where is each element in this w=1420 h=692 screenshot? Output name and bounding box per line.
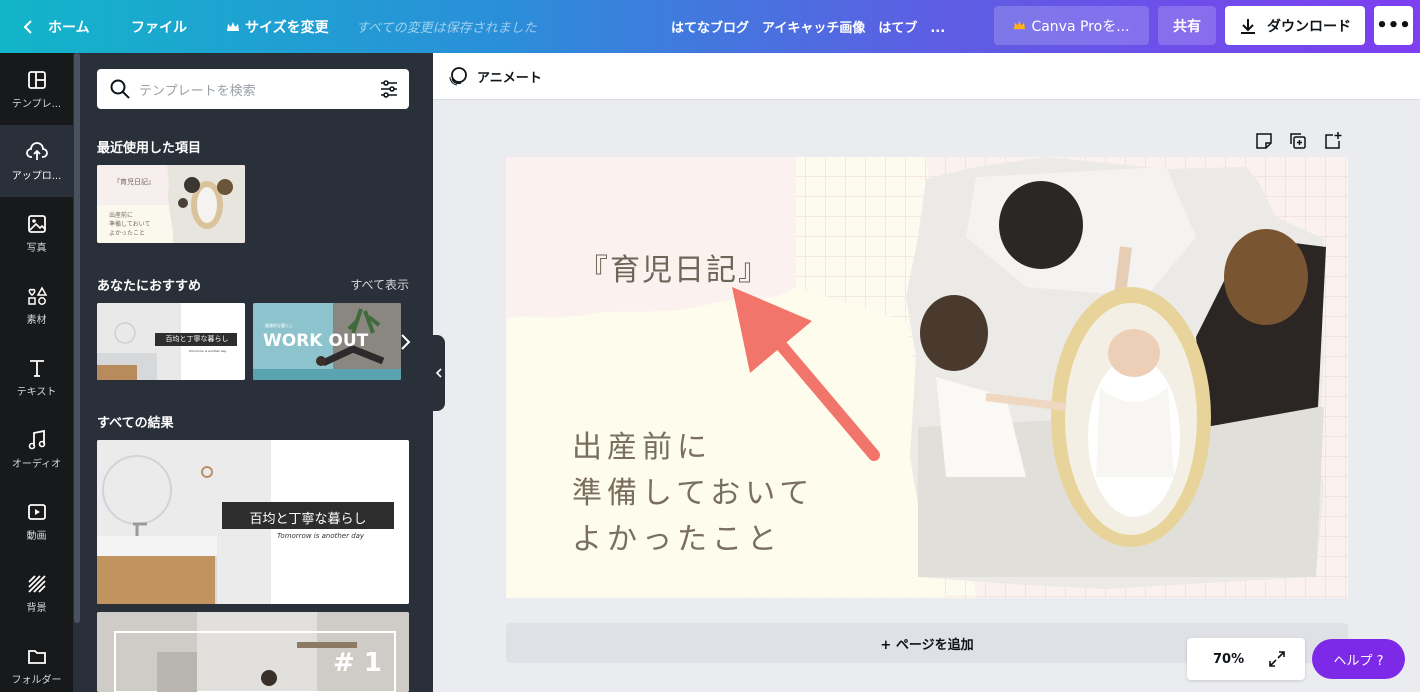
recent-thumb-title: 『育児日記』 bbox=[113, 178, 155, 186]
rail-item-video[interactable]: 動画 bbox=[0, 485, 73, 557]
share-button[interactable]: 共有 bbox=[1158, 6, 1216, 45]
save-status: すべての変更は保存されました bbox=[356, 21, 537, 36]
result1-script: Tomorrow is another day bbox=[277, 532, 365, 540]
recommend-title: あなたにおすすめ bbox=[97, 279, 202, 294]
text-icon bbox=[29, 359, 44, 377]
rail-label: テキスト bbox=[16, 386, 57, 398]
cloud-upload-icon bbox=[25, 141, 48, 160]
result-template-1[interactable]: 百均と丁寧な暮らし Tomorrow is another day bbox=[97, 440, 409, 604]
duplicate-page-icon[interactable] bbox=[1288, 131, 1308, 151]
results-title: すべての結果 bbox=[97, 416, 174, 431]
resize-button[interactable]: サイズを変更 bbox=[226, 0, 329, 53]
search-icon bbox=[110, 79, 130, 99]
rail-item-uploads[interactable]: アップロ... bbox=[0, 125, 73, 197]
more-options-button[interactable]: ••• bbox=[1374, 6, 1413, 45]
filter-icon[interactable] bbox=[379, 79, 399, 99]
search-placeholder: テンプレートを検索 bbox=[139, 83, 256, 99]
animate-label: アニメート bbox=[477, 70, 542, 86]
collapse-panel-button[interactable] bbox=[433, 335, 445, 411]
recommended-template-2[interactable]: 健康的な暮らし WORK OUT bbox=[253, 303, 401, 380]
editor-area: アニメート 『育児日記』 出産前に 準備しておいて よかったこと + ページを追… bbox=[433, 53, 1420, 692]
template-search-input[interactable]: テンプレートを検索 bbox=[97, 69, 409, 109]
design-body-line: 出産前に bbox=[572, 430, 712, 465]
top-bar: ホーム ファイル サイズを変更 すべての変更は保存されました はてなブログ アイ… bbox=[0, 0, 1420, 53]
crown-icon bbox=[1014, 20, 1026, 30]
canva-pro-label: Canva Proを... bbox=[1031, 18, 1130, 35]
rail-label: アップロ... bbox=[11, 170, 62, 182]
rail-item-text[interactable]: テキスト bbox=[0, 341, 73, 413]
file-menu[interactable]: ファイル bbox=[131, 0, 187, 53]
chevron-left-icon bbox=[23, 19, 32, 34]
result-template-2[interactable]: # 1 bbox=[97, 612, 409, 692]
design-body-text[interactable]: 出産前に 準備しておいて よかったこと bbox=[572, 425, 814, 563]
rec2-title: WORK OUT bbox=[263, 331, 369, 351]
pattern-icon bbox=[27, 574, 46, 593]
notes-icon[interactable] bbox=[1254, 131, 1274, 151]
help-button[interactable]: ヘルプ ? bbox=[1312, 639, 1405, 679]
recent-thumb-line: よかったこと bbox=[109, 230, 146, 237]
result1-caption: 百均と丁寧な暮らし bbox=[249, 512, 367, 527]
download-icon bbox=[1241, 18, 1255, 34]
canva-pro-button[interactable]: Canva Proを... bbox=[994, 6, 1149, 45]
rail-item-background[interactable]: 背景 bbox=[0, 557, 73, 629]
recent-thumb-lines: 出産前に 準備しておいて よかったこと bbox=[109, 211, 150, 238]
rail-item-photos[interactable]: 写真 bbox=[0, 197, 73, 269]
home-label: ホーム bbox=[48, 19, 90, 36]
zoom-control[interactable]: 70% bbox=[1187, 638, 1305, 680]
rail-label: 写真 bbox=[26, 242, 47, 254]
rail-label: オーディオ bbox=[11, 458, 62, 470]
recent-title: 最近使用した項目 bbox=[97, 141, 202, 156]
left-rail: テンプレ... アップロ... 写真 素材 テキスト オーディオ 動画 背景 フ… bbox=[0, 53, 73, 692]
download-label: ダウンロード bbox=[1267, 18, 1351, 35]
video-icon bbox=[27, 503, 46, 520]
rail-label: 動画 bbox=[26, 530, 47, 542]
resize-label: サイズを変更 bbox=[245, 19, 329, 36]
templates-panel: テンプレートを検索 最近使用した項目 『育児日記』 出産前に 準備しておいて よ… bbox=[73, 53, 433, 692]
recent-thumb-line: 準備しておいて bbox=[109, 221, 151, 228]
rail-label: フォルダー bbox=[11, 674, 62, 686]
recent-template-thumbnail[interactable]: 『育児日記』 出産前に 準備しておいて よかったこと bbox=[97, 165, 245, 243]
crown-icon bbox=[227, 21, 239, 31]
chevron-right-icon[interactable] bbox=[399, 333, 411, 351]
shapes-icon bbox=[27, 285, 47, 305]
rail-item-folders[interactable]: フォルダー bbox=[0, 629, 73, 692]
add-page-icon[interactable] bbox=[1323, 131, 1343, 151]
image-icon bbox=[27, 214, 46, 233]
rail-label: テンプレ... bbox=[11, 98, 62, 110]
animate-icon bbox=[449, 67, 467, 86]
fullscreen-icon[interactable] bbox=[1268, 650, 1286, 668]
rec1-caption: 百均と丁寧な暮らし bbox=[165, 335, 229, 343]
home-button[interactable]: ホーム bbox=[22, 0, 90, 53]
music-icon bbox=[28, 429, 45, 449]
document-title[interactable]: はてなブログ アイキャッチ画像 はてブ ... bbox=[671, 0, 945, 53]
rail-item-templates[interactable]: テンプレ... bbox=[0, 53, 73, 125]
design-title-text[interactable]: 『育児日記』 bbox=[578, 245, 770, 289]
recent-thumb-line: 出産前に bbox=[109, 212, 134, 219]
zoom-level: 70% bbox=[1213, 651, 1245, 667]
design-body-line: 準備しておいて bbox=[572, 476, 815, 511]
rec1-script: Tomorrow is another day bbox=[189, 349, 227, 353]
design-page[interactable]: 『育児日記』 出産前に 準備しておいて よかったこと bbox=[506, 157, 1348, 598]
chevron-left-icon bbox=[435, 368, 442, 378]
recommended-template-1[interactable]: 百均と丁寧な暮らし Tomorrow is another day bbox=[97, 303, 245, 380]
panel-scrollbar[interactable] bbox=[74, 53, 80, 623]
animate-toolbar: アニメート bbox=[433, 53, 1420, 100]
design-body-line: よかったこと bbox=[572, 522, 782, 557]
folder-icon bbox=[27, 649, 46, 664]
rail-label: 素材 bbox=[26, 314, 47, 326]
rail-item-audio[interactable]: オーディオ bbox=[0, 413, 73, 485]
rail-item-elements[interactable]: 素材 bbox=[0, 269, 73, 341]
rail-label: 背景 bbox=[26, 602, 47, 614]
rec2-small: 健康的な暮らし bbox=[265, 323, 293, 328]
layout-icon bbox=[27, 70, 46, 89]
see-all-link[interactable]: すべて表示 bbox=[350, 276, 409, 293]
download-button[interactable]: ダウンロード bbox=[1225, 6, 1365, 45]
result2-number: # 1 bbox=[333, 648, 382, 678]
animate-button[interactable]: アニメート bbox=[447, 65, 542, 87]
